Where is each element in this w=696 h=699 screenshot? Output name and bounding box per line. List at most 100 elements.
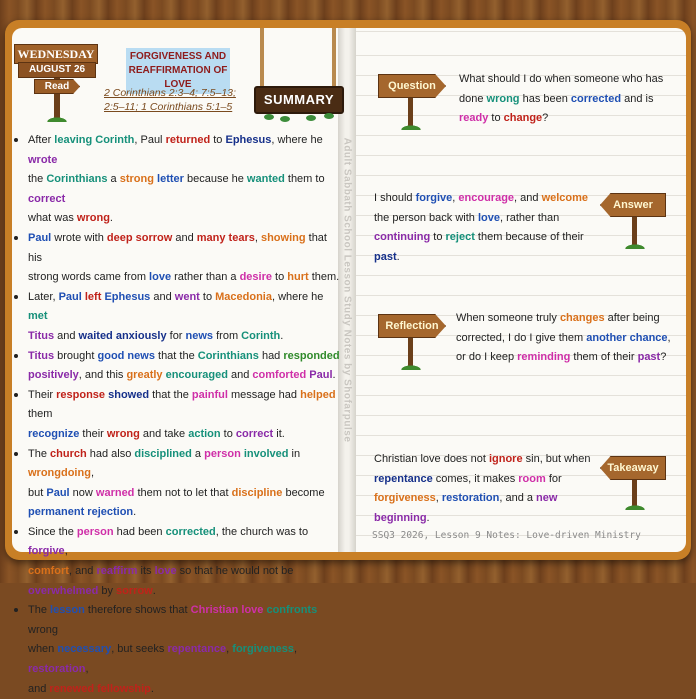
- text-segment: what was: [28, 212, 77, 225]
- text-segment: that the: [149, 388, 192, 401]
- text-segment: done: [459, 92, 487, 105]
- text-segment: had also: [86, 447, 135, 460]
- text-segment: .: [152, 584, 156, 597]
- bullet-continuation: strong words came from love rather than …: [20, 268, 340, 288]
- text-segment: , rather than: [499, 211, 560, 224]
- highlighted-word: repentance: [374, 472, 433, 485]
- text-segment: .: [150, 682, 154, 695]
- highlighted-word: new: [536, 492, 558, 505]
- reflection-text: When someone truly changes after being co…: [456, 309, 682, 368]
- highlighted-word: person: [204, 447, 241, 460]
- text-segment: by: [98, 584, 117, 597]
- grass-icon: [618, 502, 652, 510]
- text-segment: them because of their: [474, 231, 584, 244]
- highlighted-word: correct: [28, 192, 66, 205]
- highlighted-word: Corinthians: [46, 173, 108, 186]
- answer-line: past.: [374, 248, 599, 268]
- highlighted-word: church: [50, 447, 87, 460]
- text-segment: brought: [54, 349, 98, 362]
- highlighted-word: repentance: [167, 643, 227, 656]
- highlighted-word: showing: [260, 231, 306, 244]
- text-segment: it.: [273, 427, 285, 440]
- highlighted-word: restoration: [441, 492, 500, 505]
- highlighted-word: wrongdoing: [28, 467, 91, 480]
- text-segment: When someone truly: [456, 312, 560, 324]
- scripture-references[interactable]: 2 Corinthians 2:3–4; 7:5–13; 2:5–11; 1 C…: [104, 86, 244, 114]
- text-segment: .: [133, 506, 137, 519]
- highlighted-word: returned: [165, 134, 211, 146]
- highlighted-word: positively: [28, 369, 79, 382]
- text-segment: ,: [64, 545, 68, 558]
- takeaway-line: forgiveness, restoration, and a new: [374, 489, 599, 509]
- highlighted-word: encourage: [458, 192, 515, 204]
- answer-line: continuing to reject them because of the…: [374, 228, 599, 248]
- grass-icon: [394, 122, 428, 130]
- bullet-continuation: recognize their wrong and take action to…: [20, 425, 340, 445]
- takeaway-line: Christian love does not ignore sin, but …: [374, 450, 599, 470]
- text-segment: What should I do when someone who has: [459, 73, 664, 85]
- highlighted-word: helped: [300, 388, 336, 401]
- bullet-item: After leaving Corinth, Paul returned to …: [14, 131, 340, 170]
- text-segment: to: [220, 427, 236, 440]
- highlighted-word: action: [188, 427, 221, 440]
- highlighted-word: corrected: [165, 525, 216, 538]
- question-label: Question: [378, 74, 446, 98]
- text-segment: them not to let that: [134, 486, 232, 499]
- highlighted-word: ready: [459, 112, 489, 125]
- highlighted-word: forgive: [415, 192, 453, 204]
- text-segment: ?: [542, 112, 549, 125]
- reference-line1[interactable]: 2 Corinthians 2:3–4; 7:5–13;: [104, 86, 244, 100]
- text-segment: to: [271, 271, 288, 284]
- text-segment: wrote with: [51, 231, 107, 244]
- highlighted-word: Paul: [58, 290, 82, 303]
- text-segment: Later,: [28, 290, 59, 303]
- text-segment: , where he: [271, 134, 323, 146]
- highlighted-word: Ephesus: [104, 290, 151, 303]
- highlighted-word: renewed fellowship: [49, 682, 151, 695]
- reference-line2[interactable]: 2:5–11; 1 Corinthians 5:1–5: [104, 100, 244, 114]
- question-line: done wrong has been corrected and is: [459, 90, 679, 110]
- text-segment: and: [227, 369, 253, 382]
- highlighted-word: desire: [239, 271, 272, 284]
- highlighted-word: comfort: [28, 565, 69, 578]
- bullet-item: Paul wrote with deep sorrow and many tea…: [14, 229, 340, 268]
- text-segment: , where he: [271, 290, 324, 303]
- text-segment: ,: [667, 331, 671, 344]
- highlighted-word: wanted: [246, 173, 285, 186]
- highlighted-word: wrong: [486, 92, 520, 105]
- highlighted-word: reject: [445, 231, 475, 244]
- highlighted-word: comforted: [252, 369, 307, 382]
- day-label: WEDNESDAY: [14, 44, 98, 64]
- text-segment: The: [28, 447, 51, 460]
- text-segment: has been: [519, 92, 571, 105]
- highlighted-word: went: [174, 290, 200, 303]
- highlighted-word: another chance: [586, 331, 668, 344]
- highlighted-word: greatly: [126, 369, 163, 382]
- highlighted-word: reaffirm: [96, 565, 138, 578]
- highlighted-word: correct: [235, 427, 274, 440]
- text-segment: in: [288, 447, 301, 460]
- text-segment: when: [28, 643, 58, 656]
- highlighted-word: waited anxiously: [78, 329, 167, 342]
- text-segment: wrong: [28, 623, 58, 636]
- lesson-title-line1: FORGIVENESS AND: [129, 51, 227, 62]
- text-segment: so that he would not be: [176, 565, 294, 578]
- text-segment: and: [28, 682, 50, 695]
- highlighted-word: recognize: [28, 427, 80, 440]
- highlighted-word: wrote: [28, 153, 58, 166]
- summary-label: SUMMARY: [254, 86, 344, 114]
- summary-bullets: After leaving Corinth, Paul returned to …: [14, 131, 340, 699]
- highlighted-word: leaving: [54, 134, 93, 146]
- answer-line: the person back with love, rather than: [374, 209, 599, 229]
- highlighted-word: good news: [97, 349, 155, 362]
- text-segment: to: [210, 134, 226, 146]
- text-segment: corrected, I do I give them: [456, 331, 587, 344]
- text-segment: to: [430, 231, 446, 244]
- text-segment: .: [280, 329, 284, 342]
- text-segment: the person back with: [374, 211, 478, 224]
- rope-right: [332, 28, 336, 88]
- highlighted-word: confronts: [266, 604, 318, 617]
- highlighted-word: Ephesus: [225, 134, 272, 146]
- bullet-item: Since the person had been corrected, the…: [14, 523, 340, 562]
- highlighted-word: permanent rejection: [28, 506, 134, 519]
